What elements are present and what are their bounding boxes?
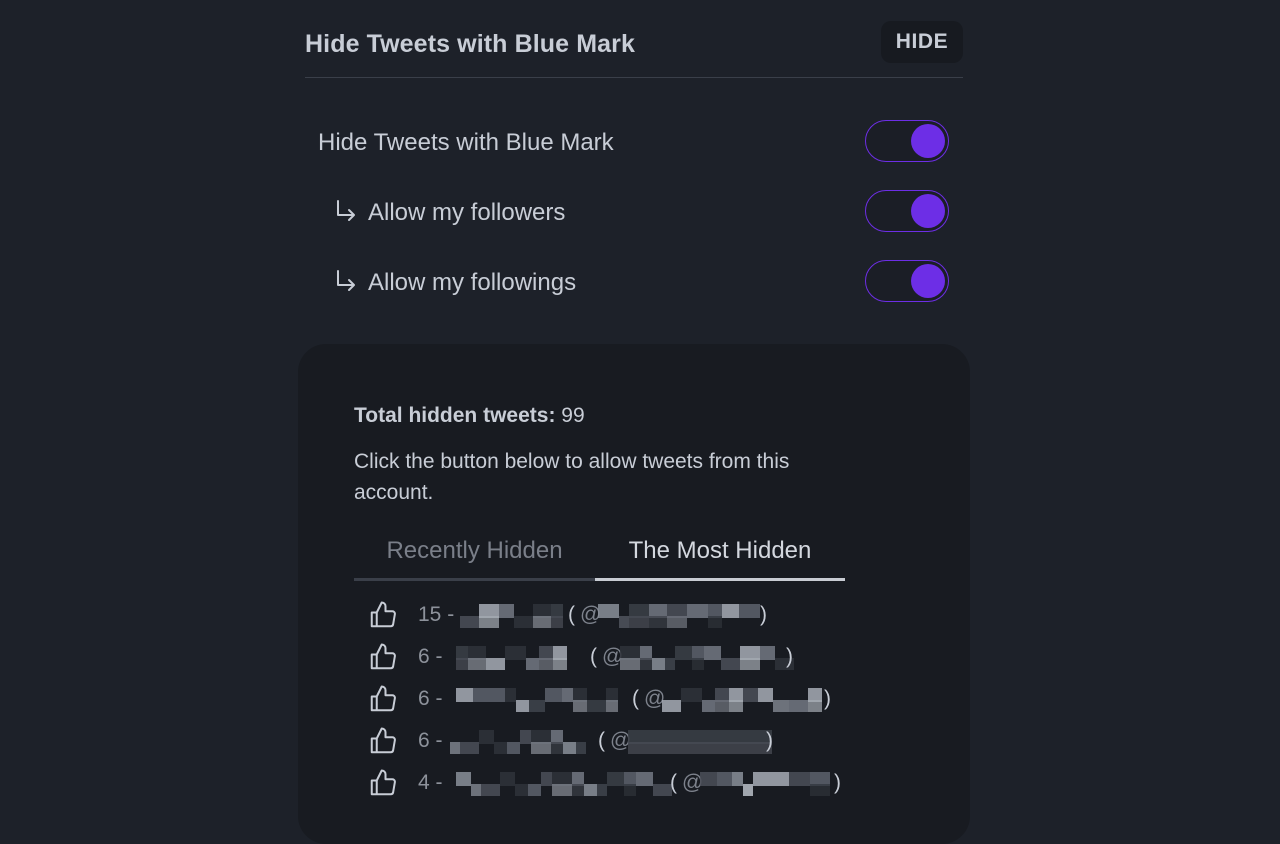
toggle-knob [911,194,945,228]
total-hidden-tweets: Total hidden tweets: 99 [354,404,585,428]
hidden-account-row: 15 -(@) [368,600,928,642]
hidden-account-row: 6 -(@) [368,642,928,684]
arrow-turn-down-right-icon [337,200,355,221]
blurred-display-name [460,600,563,630]
allow-followers-toggle[interactable] [865,190,949,232]
hidden-count: 6 - [418,729,443,752]
blurred-display-name [456,642,567,672]
setting-allow-followings: Allow my followings [318,260,950,304]
tab-recently-hidden[interactable]: Recently Hidden [354,532,595,578]
header-title: Hide Tweets with Blue Mark [305,30,635,58]
open-paren: ( [598,729,605,752]
blurred-display-name [456,684,618,714]
open-paren: ( [568,603,575,626]
close-paren: ) [824,687,831,710]
blurred-handle [628,726,772,756]
allow-followings-toggle[interactable] [865,260,949,302]
close-paren: ) [766,729,773,752]
close-paren: ) [786,645,793,668]
thumbs-up-icon[interactable] [368,642,398,672]
open-paren: ( [590,645,597,668]
hidden-account-row: 6 -(@) [368,684,928,726]
hidden-count: 4 - [418,771,443,794]
thumbs-up-icon[interactable] [368,768,398,798]
tab-bar: Recently Hidden The Most Hidden [354,532,845,581]
setting-hide-blue-mark: Hide Tweets with Blue Mark [318,120,950,164]
hidden-count: 6 - [418,645,443,668]
hide-button[interactable]: HIDE [881,21,963,63]
setting-label: Hide Tweets with Blue Mark [318,129,614,156]
total-label: Total hidden tweets: [354,404,556,427]
open-paren: ( [632,687,639,710]
setting-label: Allow my followers [368,199,566,226]
hidden-account-row: 4 -(@) [368,768,928,810]
hidden-account-row: 6 -(@) [368,726,928,768]
thumbs-up-icon[interactable] [368,684,398,714]
hidden-count: 15 - [418,603,455,626]
close-paren: ) [760,603,767,626]
arrow-turn-down-right-icon [337,270,355,291]
blurred-display-name [450,726,586,756]
blurred-handle [598,600,760,630]
hidden-count: 6 - [418,687,443,710]
setting-allow-followers: Allow my followers [318,190,950,234]
close-paren: ) [834,771,841,794]
blurred-handle [662,684,822,714]
tab-most-hidden[interactable]: The Most Hidden [595,532,845,581]
setting-label: Allow my followings [368,269,577,296]
blurred-handle [620,642,794,672]
toggle-knob [911,124,945,158]
panel-description: Click the button below to allow tweets f… [354,450,790,504]
blurred-display-name [456,768,672,798]
hide-blue-mark-toggle[interactable] [865,120,949,162]
header: Hide Tweets with Blue Mark HIDE [305,20,963,78]
total-value: 99 [561,404,585,427]
blurred-handle [700,768,830,798]
thumbs-up-icon[interactable] [368,726,398,756]
open-paren: ( [670,771,677,794]
thumbs-up-icon[interactable] [368,600,398,630]
toggle-knob [911,264,945,298]
